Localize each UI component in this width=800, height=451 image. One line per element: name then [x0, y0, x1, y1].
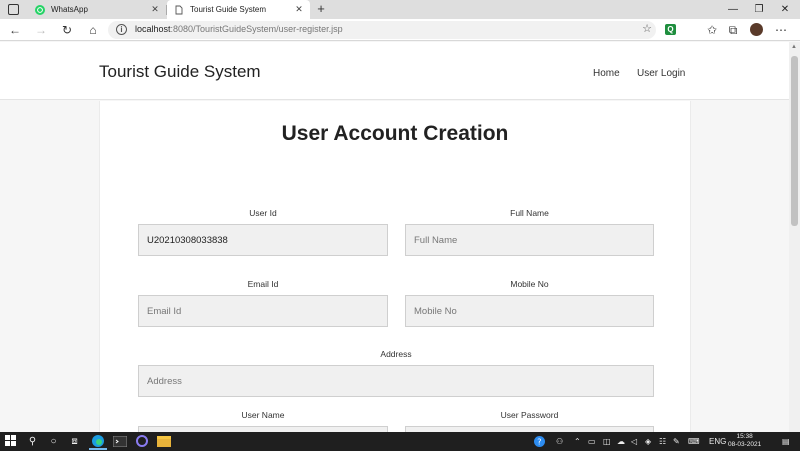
minimize-icon[interactable]: —	[720, 0, 746, 19]
email-id-label: Email Id	[247, 279, 279, 289]
network-icon[interactable]: ☷	[659, 436, 666, 447]
cloud-icon[interactable]: ☁	[617, 436, 625, 447]
system-clock[interactable]: 15:38 08-03-2021	[728, 433, 761, 449]
display-icon[interactable]: ◫	[603, 436, 611, 447]
nav-home-link[interactable]: Home	[593, 68, 620, 79]
tab-strip: WhatsApp ✕ Tourist Guide System ✕ + — ❐ …	[0, 0, 800, 19]
pen-icon[interactable]: ✎	[673, 436, 680, 447]
clock-date: 08-03-2021	[728, 441, 762, 448]
keyboard-icon[interactable]: ⌨	[688, 436, 700, 447]
favorite-star-icon[interactable]: ☆	[642, 22, 652, 35]
dropbox-icon[interactable]: ◈	[645, 436, 651, 447]
new-tab-button[interactable]: +	[313, 1, 329, 17]
svg-text:?: ?	[537, 438, 541, 447]
task-view-icon[interactable]: ⧈	[68, 435, 81, 448]
page-icon	[174, 5, 184, 15]
show-hidden-icons[interactable]: ⌃	[574, 436, 581, 447]
address-label: Address	[380, 349, 412, 359]
volume-icon[interactable]: ◁	[631, 436, 637, 447]
help-icon[interactable]: ?	[534, 436, 545, 450]
tab-tourist-guide[interactable]: Tourist Guide System ✕	[167, 0, 310, 19]
back-icon[interactable]: ←	[6, 21, 24, 39]
site-brand[interactable]: Tourist Guide System	[99, 62, 261, 82]
restore-icon[interactable]: ❐	[746, 0, 772, 19]
more-menu-icon[interactable]: ⋯	[772, 21, 790, 39]
terminal-app-icon[interactable]	[111, 433, 129, 450]
profile-avatar[interactable]	[750, 23, 763, 36]
refresh-icon[interactable]: ↻	[58, 21, 76, 39]
user-id-label: User Id	[249, 208, 277, 218]
tab-title: Tourist Guide System	[190, 5, 267, 14]
vertical-scrollbar[interactable]: ▲	[789, 42, 800, 432]
windows-start-icon[interactable]	[4, 435, 17, 448]
close-tab-icon[interactable]: ✕	[292, 4, 306, 15]
full-name-label: Full Name	[510, 208, 549, 218]
people-icon[interactable]: ⚇	[556, 436, 563, 447]
extension-icon[interactable]: Q	[665, 24, 676, 35]
site-info-icon[interactable]: i	[116, 24, 127, 35]
mobile-no-field[interactable]	[405, 295, 654, 327]
favorites-icon[interactable]: ✩	[703, 21, 721, 39]
tab-whatsapp[interactable]: WhatsApp ✕	[28, 0, 166, 19]
whatsapp-icon	[35, 4, 45, 15]
taskbar: ⚲ ○ ⧈ ? ⚇ ⌃ ▭ ◫ ☁ ◁ ◈ ☷ ✎ ⌨ ENG 15:38 08…	[0, 432, 800, 451]
address-field[interactable]	[138, 365, 654, 397]
browser-toolbar: ← → ↻ ⌂ i localhost:8080/TouristGuideSys…	[0, 19, 800, 41]
page-viewport: Tourist Guide System Home User Login Use…	[0, 42, 789, 432]
user-password-label: User Password	[500, 410, 559, 420]
battery-icon[interactable]: ▭	[588, 436, 596, 447]
language-indicator[interactable]: ENG	[709, 436, 726, 447]
close-tab-icon[interactable]: ✕	[148, 4, 162, 15]
cortana-icon[interactable]: ○	[47, 435, 60, 448]
clock-time: 15:38	[736, 433, 753, 440]
settings-app-icon[interactable]	[133, 433, 151, 450]
tab-actions-icon[interactable]	[8, 4, 19, 15]
forward-icon[interactable]: →	[32, 21, 50, 39]
page-title: User Account Creation	[281, 122, 509, 145]
home-icon[interactable]: ⌂	[84, 21, 102, 39]
file-explorer-icon[interactable]	[155, 433, 173, 450]
user-id-field[interactable]	[138, 224, 388, 256]
user-name-label: User Name	[241, 410, 285, 420]
collections-icon[interactable]: ⧉	[724, 21, 742, 39]
mobile-no-label: Mobile No	[510, 279, 549, 289]
full-name-field[interactable]	[405, 224, 654, 256]
search-icon[interactable]: ⚲	[26, 435, 39, 448]
edge-app-icon[interactable]	[89, 433, 107, 450]
nav-user-login-link[interactable]: User Login	[637, 68, 685, 79]
registration-form: User Account Creation User Id Full Name …	[99, 101, 691, 432]
tab-title: WhatsApp	[51, 5, 88, 14]
close-window-icon[interactable]: ✕	[772, 0, 798, 19]
address-bar[interactable]: i localhost:8080/TouristGuideSystem/user…	[108, 21, 656, 39]
scrollbar-thumb[interactable]	[791, 56, 798, 226]
site-header: Tourist Guide System Home User Login	[0, 42, 789, 100]
email-id-field[interactable]	[138, 295, 388, 327]
url-text[interactable]: localhost:8080/TouristGuideSystem/user-r…	[135, 24, 343, 34]
notifications-icon[interactable]: ▤	[782, 436, 790, 447]
scroll-up-icon[interactable]: ▲	[791, 44, 797, 50]
